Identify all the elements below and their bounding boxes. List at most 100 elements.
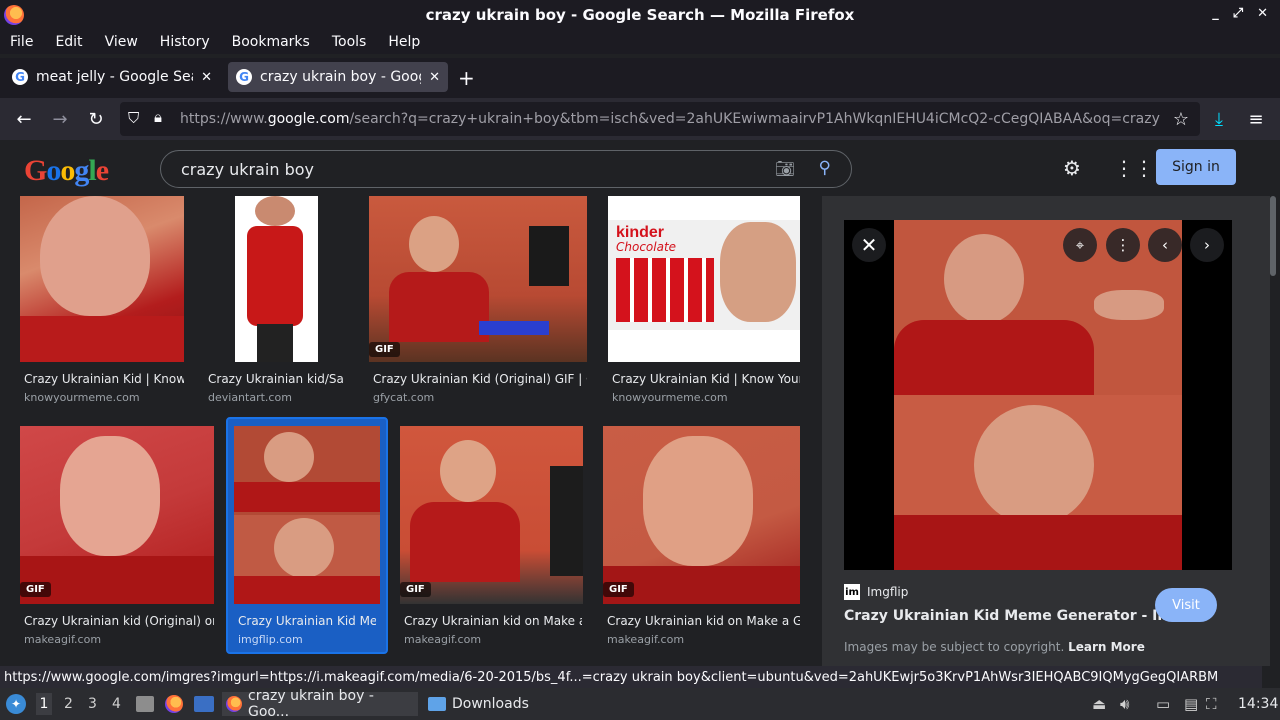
- firefox-icon: [226, 696, 242, 712]
- back-button[interactable]: ←: [12, 107, 36, 131]
- result-source-1: knowyourmeme.com: [24, 391, 140, 404]
- result-source-3: gfycat.com: [373, 391, 435, 404]
- preview-image[interactable]: [844, 220, 1232, 570]
- result-image-8[interactable]: GIF: [603, 426, 800, 604]
- network-icon[interactable]: ⛶: [1206, 695, 1217, 713]
- task-downloads[interactable]: Downloads: [424, 692, 534, 716]
- new-tab-button[interactable]: +: [458, 66, 475, 90]
- visit-button[interactable]: Visit: [1155, 588, 1217, 622]
- firefox-icon: [4, 5, 24, 25]
- search-box[interactable]: crazy ukrain boy 📷︎ ⚲: [160, 150, 852, 188]
- result-title-1[interactable]: Crazy Ukrainian Kid | Know...: [24, 372, 184, 386]
- clipboard-icon[interactable]: ▤: [1184, 695, 1198, 713]
- workspace-3[interactable]: 3: [88, 696, 97, 712]
- page-scrollbar[interactable]: [1270, 196, 1276, 276]
- bookmark-star-icon[interactable]: ☆: [1169, 107, 1193, 131]
- result-title-3[interactable]: Crazy Ukrainian Kid (Original) GIF | G..…: [373, 372, 587, 386]
- maximize-button[interactable]: ⤢: [1233, 6, 1243, 21]
- result-image-6[interactable]: [234, 426, 380, 604]
- window-titlebar: crazy ukrain boy - Google Search — Mozil…: [0, 0, 1280, 30]
- clock[interactable]: 14:34: [1238, 696, 1278, 712]
- google-images-page: Google crazy ukrain boy 📷︎ ⚲ ⚙ ⋮⋮ Sign i…: [0, 140, 1280, 666]
- forward-button[interactable]: →: [48, 107, 72, 131]
- face-shape-bottom: [274, 518, 334, 578]
- url-host: google.com: [267, 111, 350, 127]
- result-image-4[interactable]: kinder Chocolate: [608, 196, 800, 362]
- file-manager-icon[interactable]: [136, 696, 154, 712]
- result-image-2[interactable]: [235, 196, 318, 362]
- link-status-bar: https://www.google.com/imgres?imgurl=htt…: [0, 666, 1262, 688]
- close-preview-icon[interactable]: ✕: [852, 228, 886, 262]
- result-image-5[interactable]: GIF: [20, 426, 214, 604]
- desktop-icon[interactable]: [194, 696, 214, 712]
- result-image-1[interactable]: [20, 196, 184, 362]
- camera-icon[interactable]: 📷︎: [775, 159, 795, 178]
- menu-history[interactable]: History: [160, 34, 210, 50]
- settings-gear-icon[interactable]: ⚙: [1063, 156, 1081, 180]
- menu-help[interactable]: Help: [388, 34, 420, 50]
- monitor-shape: [529, 226, 569, 286]
- close-tab-icon[interactable]: ✕: [201, 70, 212, 85]
- start-menu-icon[interactable]: ✦: [6, 694, 26, 714]
- sign-in-button[interactable]: Sign in: [1156, 149, 1236, 185]
- menu-edit[interactable]: Edit: [55, 34, 82, 50]
- result-title-8[interactable]: Crazy Ukrainian kid on Make a GIF: [607, 614, 800, 628]
- previous-image-icon[interactable]: ‹: [1148, 228, 1182, 262]
- volume-icon[interactable]: 🔊︎: [1120, 695, 1129, 713]
- preview-title[interactable]: Crazy Ukrainian Kid Meme Generator - Im.…: [844, 608, 1188, 624]
- window-title: crazy ukrain boy - Google Search — Mozil…: [425, 6, 855, 24]
- hamburger-menu-icon[interactable]: ≡: [1244, 107, 1268, 131]
- preview-source[interactable]: Imgflip: [867, 585, 908, 599]
- gif-badge: GIF: [603, 582, 634, 597]
- result-title-5[interactable]: Crazy Ukrainian kid (Original) on...: [24, 614, 214, 628]
- menu-bar: File Edit View History Bookmarks Tools H…: [0, 30, 1280, 54]
- menu-file[interactable]: File: [10, 34, 33, 50]
- download-icon[interactable]: ⤓: [1207, 107, 1231, 131]
- more-options-icon[interactable]: ⋮: [1106, 228, 1140, 262]
- search-icon[interactable]: ⚲: [819, 158, 831, 178]
- jacket-shape: [247, 226, 303, 326]
- apps-grid-icon[interactable]: ⋮⋮: [1114, 156, 1154, 180]
- face-shape: [60, 436, 160, 556]
- result-title-6[interactable]: Crazy Ukrainian Kid Me...: [238, 614, 376, 628]
- workspace-2[interactable]: 2: [64, 696, 73, 712]
- jacket-shape-top: [894, 320, 1094, 395]
- shield-icon[interactable]: ⛉: [128, 109, 139, 127]
- tray-upload-icon[interactable]: ⏏: [1092, 695, 1106, 713]
- menu-tools[interactable]: Tools: [332, 34, 367, 50]
- next-image-icon[interactable]: ›: [1190, 228, 1224, 262]
- google-logo[interactable]: Google: [24, 154, 109, 188]
- hand-shape: [1094, 290, 1164, 320]
- menu-view[interactable]: View: [105, 34, 138, 50]
- result-source-6: imgflip.com: [238, 633, 303, 646]
- task-label: crazy ukrain boy - Goo...: [248, 688, 374, 720]
- close-window-button[interactable]: ✕: [1257, 6, 1268, 21]
- result-title-4[interactable]: Crazy Ukrainian Kid | Know Your...: [612, 372, 800, 386]
- result-source-7: makeagif.com: [404, 633, 482, 646]
- tab-title: meat jelly - Google Search: [36, 69, 193, 85]
- lock-icon[interactable]: 🔒︎: [154, 108, 162, 126]
- google-header: Google crazy ukrain boy 📷︎ ⚲ ⚙ ⋮⋮ Sign i…: [0, 140, 1270, 196]
- display-icon[interactable]: ▭: [1156, 695, 1170, 713]
- reload-button[interactable]: ↻: [84, 107, 108, 131]
- close-tab-icon[interactable]: ✕: [429, 70, 440, 85]
- result-title-2[interactable]: Crazy Ukrainian kid/Sa...: [208, 372, 344, 386]
- workspace-1[interactable]: 1: [36, 693, 52, 715]
- minimize-button[interactable]: _: [1212, 6, 1219, 21]
- tab-crazy-ukrain-boy[interactable]: G crazy ukrain boy - Google Search ✕: [228, 62, 448, 92]
- learn-more-link[interactable]: Learn More: [1068, 640, 1145, 654]
- result-title-7[interactable]: Crazy Ukrainian kid on Make a...: [404, 614, 582, 628]
- result-image-3[interactable]: GIF: [369, 196, 587, 362]
- tab-meat-jelly[interactable]: G meat jelly - Google Search ✕: [4, 62, 220, 92]
- url-bar[interactable]: ⛉ 🔒︎ https://www. google.com/search?q=cra…: [120, 102, 1200, 136]
- menu-bookmarks[interactable]: Bookmarks: [232, 34, 310, 50]
- workspace-4[interactable]: 4: [112, 696, 121, 712]
- firefox-launcher-icon[interactable]: [165, 695, 183, 713]
- search-input[interactable]: crazy ukrain boy: [181, 160, 314, 179]
- lens-search-icon[interactable]: ⌖: [1063, 228, 1097, 262]
- face-shape-bottom: [974, 405, 1094, 525]
- face-shape: [643, 436, 753, 566]
- pants-shape: [257, 324, 293, 362]
- result-image-7[interactable]: GIF: [400, 426, 583, 604]
- task-firefox[interactable]: crazy ukrain boy - Goo...: [222, 688, 418, 720]
